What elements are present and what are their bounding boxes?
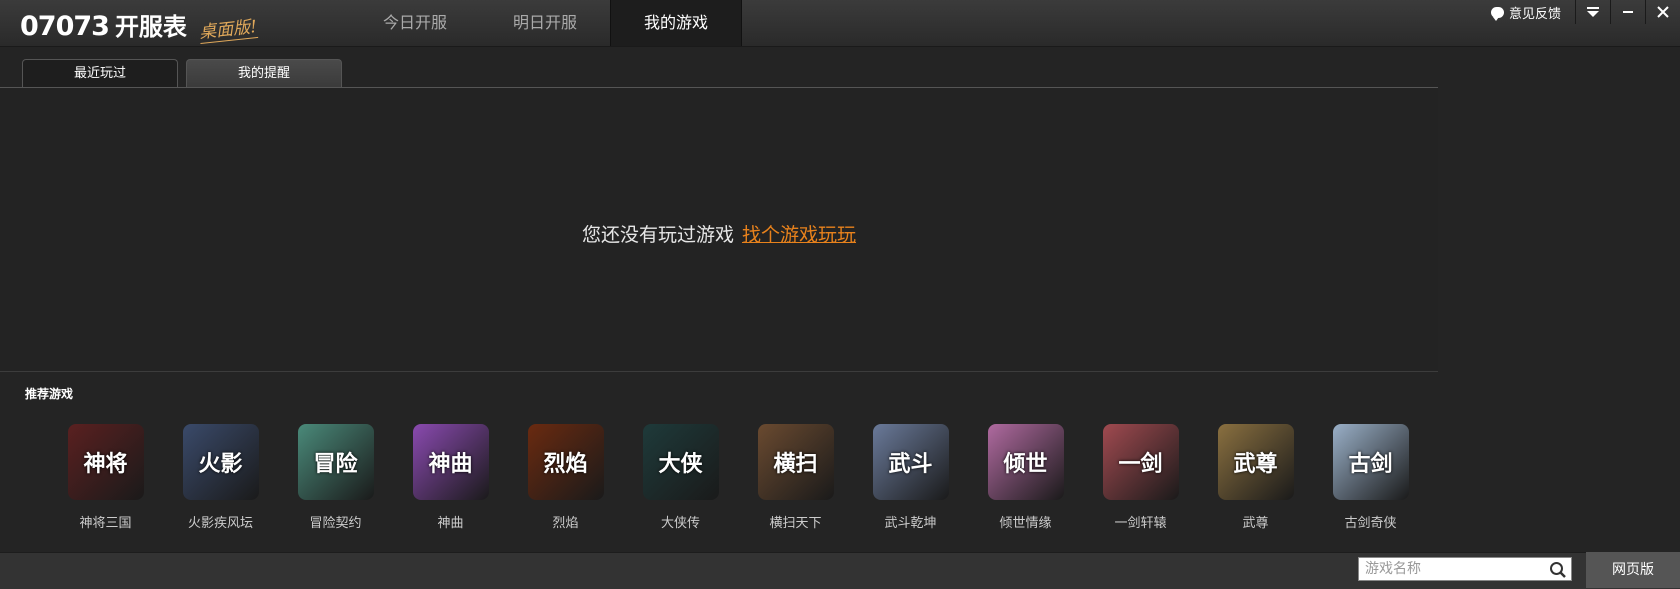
game-icon-text: 冒险 [313, 451, 358, 477]
game-name[interactable]: 烈焰 [552, 512, 578, 531]
game-item[interactable]: 一剑 一剑轩辕 [1083, 424, 1198, 531]
subtab-my-reminders[interactable]: 我的提醒 [186, 59, 342, 88]
game-icon-text: 横扫 [773, 451, 818, 477]
game-name[interactable]: 横扫天下 [769, 512, 821, 531]
tab-tomorrow-servers[interactable]: 明日开服 [480, 0, 610, 46]
game-name[interactable]: 古剑奇侠 [1344, 512, 1396, 531]
game-icon[interactable]: 倾世 [987, 424, 1064, 500]
game-item[interactable]: 神曲 神曲 [393, 424, 508, 531]
close-button[interactable] [1645, 0, 1680, 24]
close-icon [1657, 6, 1669, 18]
game-icon[interactable]: 横扫 [757, 424, 834, 500]
empty-message-text: 您还没有玩过游戏 [581, 224, 734, 246]
game-icon-text: 烈焰 [543, 451, 588, 477]
speech-bubble-icon [1490, 6, 1504, 21]
web-version-button[interactable]: 网页版 [1586, 552, 1680, 588]
game-name[interactable]: 倾世情缘 [999, 512, 1051, 531]
game-name[interactable]: 一剑轩辕 [1114, 512, 1166, 531]
minimize-button[interactable] [1610, 0, 1645, 24]
game-icon-text: 倾世 [1003, 451, 1048, 477]
game-icon[interactable]: 神将 [67, 424, 144, 500]
window-controls: 意见反馈 [1490, 0, 1680, 24]
game-name[interactable]: 神将三国 [79, 512, 131, 531]
sub-tabs: 最近玩过 我的提醒 [22, 59, 350, 89]
menu-dropdown-button[interactable] [1575, 0, 1610, 24]
game-search-box [1358, 557, 1572, 581]
game-item[interactable]: 武斗 武斗乾坤 [853, 424, 968, 531]
recommended-games-list: 神将 神将三国 火影 火影疾风坛 冒险 冒险契约 神曲 神曲 烈焰 烈焰 大侠 大侠传 横扫 横扫天下 武斗… [48, 424, 1428, 531]
game-icon[interactable]: 武斗 [872, 424, 949, 500]
empty-state-message: 您还没有玩过游戏 找个游戏玩玩 [0, 220, 1438, 247]
feedback-button[interactable]: 意见反馈 [1490, 0, 1575, 24]
game-icon-text: 神曲 [428, 451, 473, 477]
game-icon-text: 火影 [198, 451, 243, 477]
game-name[interactable]: 神曲 [437, 512, 463, 531]
game-icon[interactable]: 古剑 [1332, 424, 1409, 500]
game-item[interactable]: 烈焰 烈焰 [508, 424, 623, 531]
main-nav: 今日开服 明日开服 我的游戏 [350, 0, 742, 46]
game-item[interactable]: 冒险 冒险契约 [278, 424, 393, 531]
find-game-link[interactable]: 找个游戏玩玩 [742, 224, 856, 246]
game-item[interactable]: 古剑 古剑奇侠 [1313, 424, 1428, 531]
game-icon-text: 古剑 [1348, 451, 1393, 477]
game-name[interactable]: 冒险契约 [309, 512, 361, 531]
game-name[interactable]: 武尊 [1242, 512, 1268, 531]
game-icon[interactable]: 烈焰 [527, 424, 604, 500]
tab-my-games[interactable]: 我的游戏 [610, 0, 742, 46]
game-item[interactable]: 倾世 倾世情缘 [968, 424, 1083, 531]
app-logo: 07073 开服表 桌面版! [20, 7, 258, 44]
game-icon[interactable]: 冒险 [297, 424, 374, 500]
search-icon[interactable] [1549, 561, 1567, 579]
logo-number: 07073 [20, 11, 110, 42]
empty-state-panel: 您还没有玩过游戏 找个游戏玩玩 [0, 88, 1438, 371]
subtab-recently-played[interactable]: 最近玩过 [22, 59, 178, 89]
game-icon-text: 武尊 [1233, 451, 1278, 477]
game-item[interactable]: 横扫 横扫天下 [738, 424, 853, 531]
game-item[interactable]: 火影 火影疾风坛 [163, 424, 278, 531]
game-icon-text: 一剑 [1118, 451, 1163, 477]
minimize-icon [1623, 11, 1633, 13]
logo-subtitle: 桌面版! [197, 12, 258, 44]
game-search-input[interactable] [1359, 558, 1551, 580]
recommended-title: 推荐游戏 [25, 387, 74, 401]
section-divider [0, 371, 1438, 372]
game-icon-text: 大侠 [658, 451, 703, 477]
logo-title: 开服表 [114, 13, 187, 41]
game-item[interactable]: 武尊 武尊 [1198, 424, 1313, 531]
game-icon-text: 武斗 [888, 451, 933, 477]
tab-today-servers[interactable]: 今日开服 [350, 0, 480, 46]
feedback-label: 意见反馈 [1508, 6, 1561, 22]
game-name[interactable]: 大侠传 [661, 512, 700, 531]
game-item[interactable]: 大侠 大侠传 [623, 424, 738, 531]
game-icon[interactable]: 火影 [182, 424, 259, 500]
game-icon[interactable]: 大侠 [642, 424, 719, 500]
game-icon[interactable]: 神曲 [412, 424, 489, 500]
game-item[interactable]: 神将 神将三国 [48, 424, 163, 531]
dropdown-menu-icon [1587, 7, 1599, 17]
game-icon-text: 神将 [83, 451, 128, 477]
game-name[interactable]: 武斗乾坤 [884, 512, 936, 531]
game-icon[interactable]: 一剑 [1102, 424, 1179, 500]
game-icon[interactable]: 武尊 [1217, 424, 1294, 500]
game-name[interactable]: 火影疾风坛 [188, 512, 253, 531]
title-bar: 07073 开服表 桌面版! 今日开服 明日开服 我的游戏 意见反馈 [0, 0, 1680, 47]
